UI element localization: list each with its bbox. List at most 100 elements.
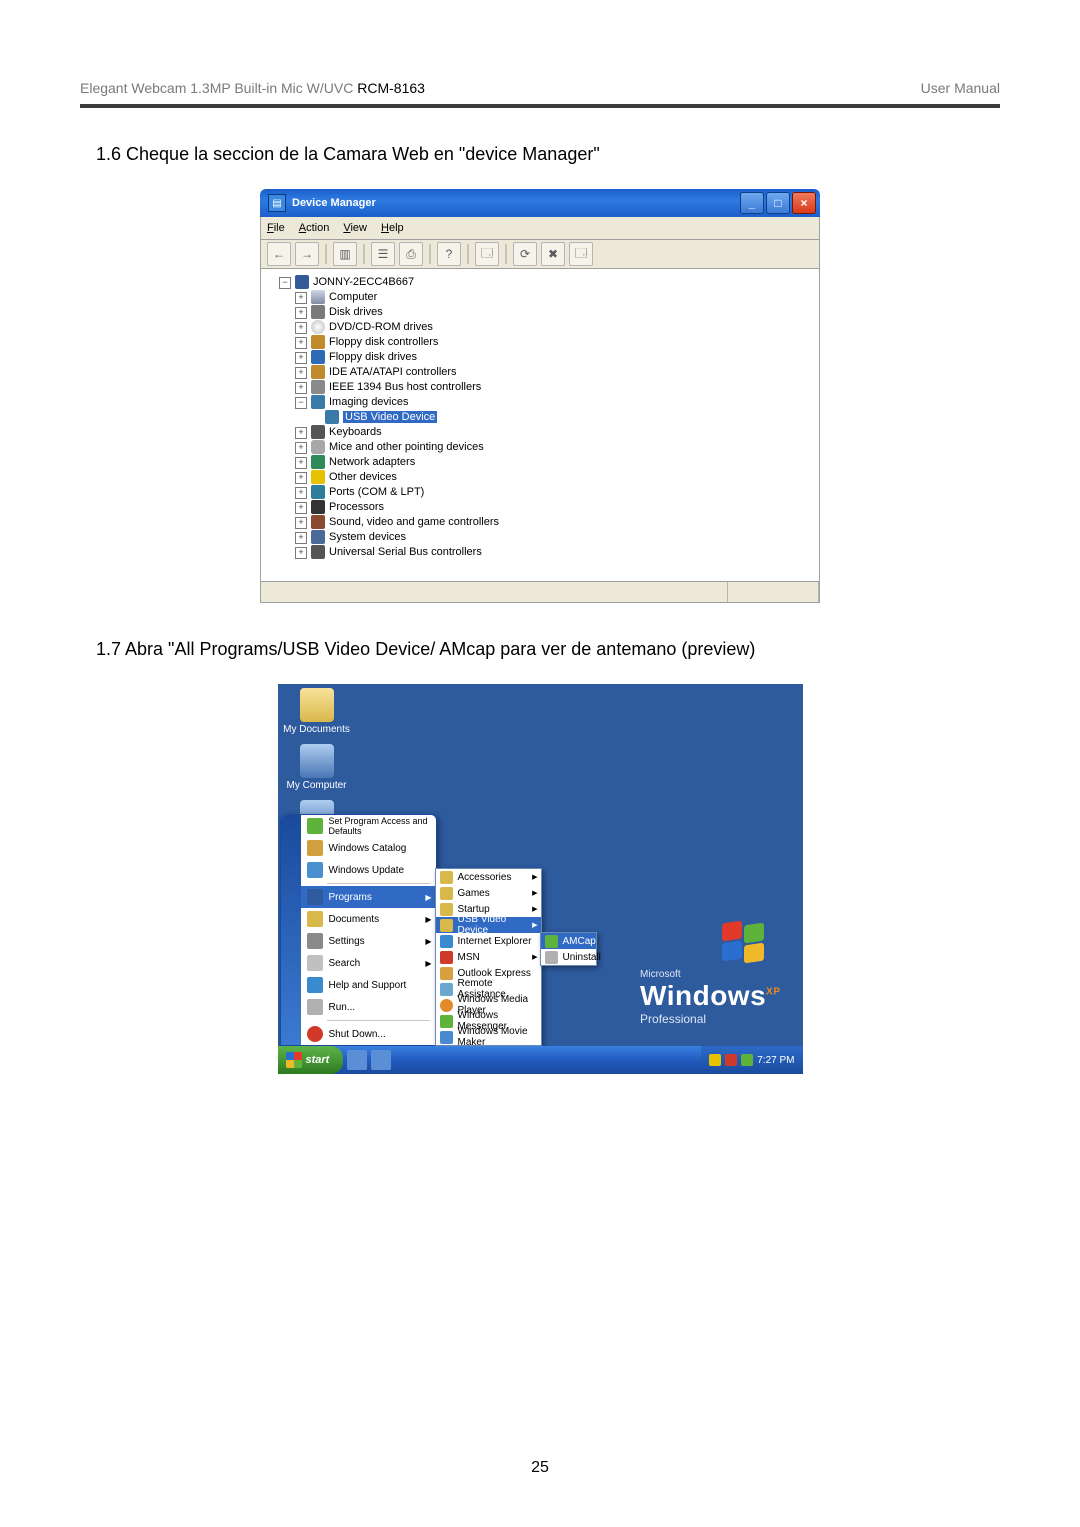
- collapse-icon[interactable]: −: [279, 277, 291, 289]
- collapse-icon[interactable]: −: [295, 397, 307, 409]
- tree-dvd[interactable]: +DVD/CD-ROM drives: [295, 320, 815, 335]
- tree-imaging[interactable]: −Imaging devices USB Video Device: [295, 395, 815, 425]
- expand-icon[interactable]: +: [295, 457, 307, 469]
- keyboard-icon: [311, 425, 325, 439]
- dm-tree[interactable]: −JONNY-2ECC4B667 +Computer +Disk drives …: [260, 269, 820, 582]
- doc-type: User Manual: [921, 80, 1000, 96]
- expand-icon[interactable]: +: [295, 382, 307, 394]
- tree-usb[interactable]: +Universal Serial Bus controllers: [295, 545, 815, 560]
- menu-file[interactable]: FFileile: [267, 222, 285, 234]
- pm-accessories[interactable]: Accessories▶: [436, 869, 541, 885]
- quicklaunch-2[interactable]: [371, 1050, 391, 1070]
- sm-help[interactable]: Help and Support: [301, 974, 436, 996]
- tree-root[interactable]: −JONNY-2ECC4B667 +Computer +Disk drives …: [279, 275, 815, 560]
- tray-alert-icon[interactable]: [709, 1054, 721, 1066]
- taskbar-clock[interactable]: 7:27 PM: [757, 1055, 794, 1066]
- pm-ie[interactable]: Internet Explorer: [436, 933, 541, 949]
- expand-icon[interactable]: +: [295, 307, 307, 319]
- tree-ports[interactable]: +Ports (COM & LPT): [295, 485, 815, 500]
- minimize-button[interactable]: _: [740, 192, 764, 214]
- sm-catalog[interactable]: Windows Catalog: [301, 837, 436, 859]
- menu-help[interactable]: HelpHelp: [381, 222, 404, 234]
- expand-icon[interactable]: +: [295, 472, 307, 484]
- sm-settings[interactable]: Settings▶: [301, 930, 436, 952]
- expand-icon[interactable]: +: [295, 487, 307, 499]
- cd-icon: [311, 320, 325, 334]
- remote-icon: [440, 983, 453, 996]
- pm-usb-video[interactable]: USB Video Device▶: [436, 917, 541, 933]
- tree-fd[interactable]: +Floppy disk drives: [295, 350, 815, 365]
- toolbar-btn-1[interactable]: ▥: [333, 242, 357, 266]
- tree-other[interactable]: +Other devices: [295, 470, 815, 485]
- quicklaunch-1[interactable]: [347, 1050, 367, 1070]
- help-icon: [307, 977, 323, 993]
- tree-system[interactable]: +System devices: [295, 530, 815, 545]
- close-button[interactable]: ×: [792, 192, 816, 214]
- tray-icon-3[interactable]: [741, 1054, 753, 1066]
- tray-icon-2[interactable]: [725, 1054, 737, 1066]
- usb-amcap[interactable]: AMCap: [541, 933, 596, 949]
- tree-sound[interactable]: +Sound, video and game controllers: [295, 515, 815, 530]
- desktop-my-computer[interactable]: My Computer: [282, 744, 352, 791]
- expand-icon[interactable]: +: [295, 532, 307, 544]
- tree-usb-video-device[interactable]: USB Video Device: [311, 410, 815, 425]
- dm-title: Device Manager: [292, 197, 738, 209]
- submenu-arrow-icon: ▶: [425, 915, 431, 924]
- tree-disk-drives[interactable]: +Disk drives: [295, 305, 815, 320]
- forward-button[interactable]: →: [295, 242, 319, 266]
- expand-icon[interactable]: +: [295, 517, 307, 529]
- sm-shutdown[interactable]: Shut Down...: [301, 1023, 436, 1045]
- tree-fdc[interactable]: +Floppy disk controllers: [295, 335, 815, 350]
- expand-icon[interactable]: +: [295, 322, 307, 334]
- tree-1394[interactable]: +IEEE 1394 Bus host controllers: [295, 380, 815, 395]
- tree-network[interactable]: +Network adapters: [295, 455, 815, 470]
- computer-icon: [300, 744, 334, 778]
- sound-icon: [311, 515, 325, 529]
- submenu-arrow-icon: ▶: [425, 937, 431, 946]
- outlook-icon: [440, 967, 453, 980]
- back-button[interactable]: ←: [267, 242, 291, 266]
- scan-button[interactable]: 🗔: [475, 242, 499, 266]
- toolbar-btn-6[interactable]: ⟳: [513, 242, 537, 266]
- sm-documents[interactable]: Documents▶: [301, 908, 436, 930]
- expand-icon[interactable]: +: [295, 427, 307, 439]
- pm-games[interactable]: Games▶: [436, 885, 541, 901]
- sm-run[interactable]: Run...: [301, 996, 436, 1018]
- tree-mice[interactable]: +Mice and other pointing devices: [295, 440, 815, 455]
- sm-update[interactable]: Windows Update: [301, 859, 436, 881]
- expand-icon[interactable]: +: [295, 352, 307, 364]
- tree-computer[interactable]: +Computer: [295, 290, 815, 305]
- print-button[interactable]: ⎙: [399, 242, 423, 266]
- expand-icon[interactable]: +: [295, 502, 307, 514]
- dm-titlebar[interactable]: ▤ Device Manager _ □ ×: [260, 189, 820, 217]
- toolbar-btn-7[interactable]: ✖: [541, 242, 565, 266]
- tree-ide[interactable]: +IDE ATA/ATAPI controllers: [295, 365, 815, 380]
- tree-processors[interactable]: +Processors: [295, 500, 815, 515]
- help-button[interactable]: ?: [437, 242, 461, 266]
- expand-icon[interactable]: +: [295, 442, 307, 454]
- toolbar-btn-8[interactable]: 🗔: [569, 242, 593, 266]
- menu-action[interactable]: ActionAction: [299, 222, 330, 234]
- tree-keyboards[interactable]: +Keyboards: [295, 425, 815, 440]
- settings-icon: [307, 933, 323, 949]
- start-button[interactable]: start: [278, 1046, 344, 1074]
- usb-uninstall[interactable]: Uninstall: [541, 949, 596, 965]
- maximize-button[interactable]: □: [766, 192, 790, 214]
- windows-brand: Microsoft WindowsXP Professional: [640, 969, 780, 1026]
- expand-icon[interactable]: +: [295, 292, 307, 304]
- catalog-icon: [307, 840, 323, 856]
- desktop-my-documents[interactable]: My Documents: [282, 688, 352, 735]
- moviemaker-icon: [440, 1031, 453, 1044]
- expand-icon[interactable]: +: [295, 367, 307, 379]
- expand-icon[interactable]: +: [295, 337, 307, 349]
- menu-view[interactable]: ViewView: [343, 222, 367, 234]
- documents-icon: [307, 911, 323, 927]
- sm-search[interactable]: Search▶: [301, 952, 436, 974]
- folder-icon: [300, 688, 334, 722]
- expand-icon[interactable]: +: [295, 547, 307, 559]
- sm-spad[interactable]: Set Program Access and Defaults: [301, 815, 436, 837]
- pm-msn[interactable]: MSN▶: [436, 949, 541, 965]
- pm-moviemaker[interactable]: Windows Movie Maker: [436, 1029, 541, 1045]
- sm-programs[interactable]: Programs▶: [301, 886, 436, 908]
- properties-button[interactable]: ☰: [371, 242, 395, 266]
